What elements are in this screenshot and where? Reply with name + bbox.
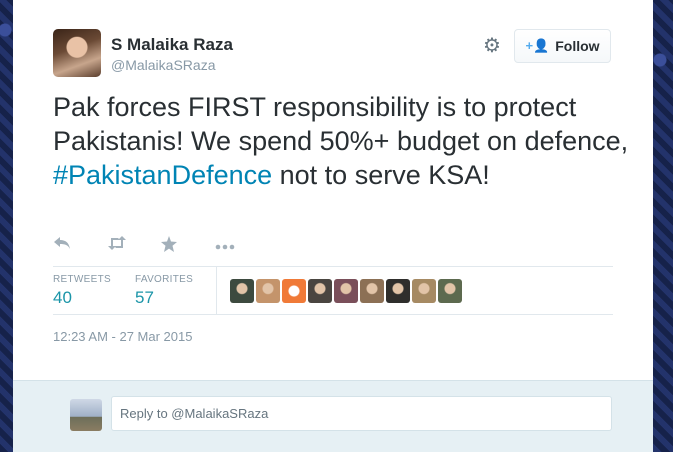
- favoriter-avatars: [230, 279, 462, 303]
- favoriter-avatar[interactable]: [282, 279, 306, 303]
- follow-label: Follow: [555, 38, 600, 54]
- gear-icon[interactable]: ⚙: [482, 36, 502, 56]
- favoriter-avatar[interactable]: [386, 279, 410, 303]
- favorites-stat[interactable]: FAVORITES 57: [135, 274, 193, 308]
- favorites-label: FAVORITES: [135, 274, 194, 285]
- star-icon[interactable]: [161, 236, 215, 256]
- retweets-stat[interactable]: RETWEETS 40: [53, 274, 111, 308]
- favorites-count: 57: [135, 288, 154, 307]
- tweet-actions: [53, 236, 269, 256]
- reply-bar: Reply to @MalaikaSRaza: [13, 380, 653, 452]
- author-avatar[interactable]: [53, 29, 101, 77]
- current-user-avatar: [70, 399, 102, 431]
- follow-button[interactable]: +👤 Follow: [514, 29, 611, 63]
- favoriter-avatar[interactable]: [334, 279, 358, 303]
- add-user-icon: +👤: [525, 38, 550, 53]
- tweet-timestamp[interactable]: 12:23 AM - 27 Mar 2015: [53, 329, 192, 344]
- tweet-text: Pak forces FIRST responsibility is to pr…: [53, 90, 633, 192]
- tweet-card: S Malaika Raza @MalaikaSRaza ⚙ +👤 Follow…: [13, 0, 653, 452]
- tweet-text-part1: Pak forces FIRST responsibility is to pr…: [53, 92, 629, 156]
- author-name[interactable]: S Malaika Raza: [111, 35, 233, 55]
- favoriter-avatar[interactable]: [438, 279, 462, 303]
- stats-divider-top: [53, 266, 613, 267]
- stats-divider-vertical: [216, 267, 217, 314]
- favoriter-avatar[interactable]: [360, 279, 384, 303]
- favoriter-avatar[interactable]: [412, 279, 436, 303]
- author-handle[interactable]: @MalaikaSRaza: [111, 57, 215, 73]
- retweets-label: RETWEETS: [53, 274, 111, 285]
- reply-icon[interactable]: [53, 236, 107, 256]
- tweet-text-part2: not to serve KSA!: [272, 160, 490, 190]
- hashtag-link[interactable]: #PakistanDefence: [53, 160, 272, 190]
- favoriter-avatar[interactable]: [308, 279, 332, 303]
- retweets-count: 40: [53, 288, 72, 307]
- reply-input[interactable]: Reply to @MalaikaSRaza: [111, 396, 612, 431]
- favoriter-avatar[interactable]: [256, 279, 280, 303]
- stats-divider-bottom: [53, 314, 613, 315]
- retweet-icon[interactable]: [107, 236, 161, 256]
- favoriter-avatar[interactable]: [230, 279, 254, 303]
- more-icon[interactable]: [215, 236, 269, 256]
